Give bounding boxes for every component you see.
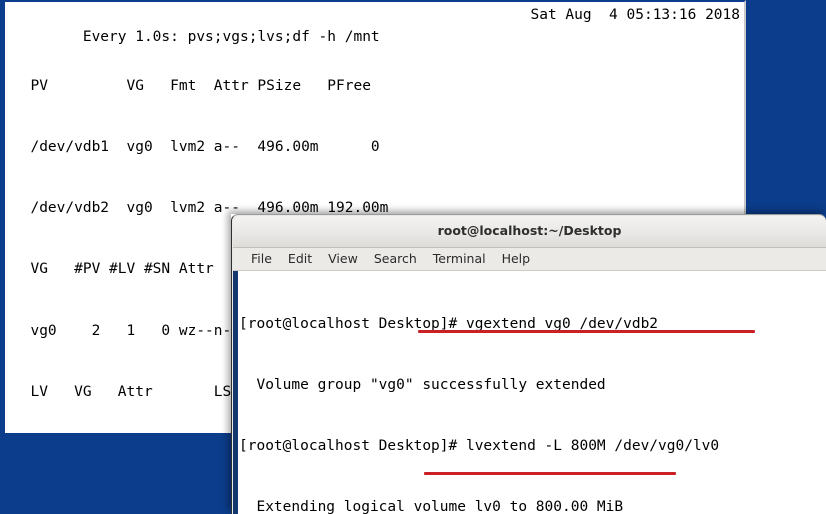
menu-item-file[interactable]: File [243, 248, 280, 270]
screen: Every 1.0s: pvs;vgs;lvs;df -h /mnt Sat A… [0, 0, 826, 514]
menu-item-terminal[interactable]: Terminal [425, 248, 494, 270]
lvextend-underline-annotation [418, 330, 755, 333]
watch-header: Every 1.0s: pvs;vgs;lvs;df -h /mnt Sat A… [10, 4, 744, 45]
menu-item-help[interactable]: Help [494, 248, 539, 270]
window-titlebar[interactable]: root@localhost:~/Desktop [233, 216, 826, 248]
menu-item-search[interactable]: Search [366, 248, 425, 270]
menu-item-view[interactable]: View [320, 248, 366, 270]
terminal-line: [root@localhost Desktop]# lvextend -L 80… [239, 438, 720, 455]
menubar[interactable]: File Edit View Search Terminal Help [233, 248, 826, 271]
xfs-growfs-underline-annotation [424, 472, 676, 475]
output-line: PV VG Fmt Attr PSize PFree [13, 77, 371, 94]
terminal-body[interactable]: [root@localhost Desktop]# vgextend vg0 /… [233, 271, 826, 514]
terminal-line: Extending logical volume lv0 to 800.00 M… [239, 499, 624, 514]
terminal-output-lines: [root@localhost Desktop]# vgextend vg0 /… [239, 273, 826, 514]
watch-command-text: Every 1.0s: pvs;vgs;lvs;df -h /mnt [82, 29, 380, 45]
foreground-terminal-window[interactable]: root@localhost:~/Desktop File Edit View … [231, 214, 826, 514]
window-frame: root@localhost:~/Desktop File Edit View … [231, 214, 826, 514]
watch-timestamp: Sat Aug 4 05:13:16 2018 [530, 7, 740, 23]
menu-item-edit[interactable]: Edit [280, 248, 320, 270]
terminal-line: Volume group "vg0" successfully extended [239, 377, 606, 394]
output-line: /dev/vdb1 vg0 lvm2 a-- 496.00m 0 [13, 139, 380, 156]
window-title: root@localhost:~/Desktop [437, 223, 622, 238]
